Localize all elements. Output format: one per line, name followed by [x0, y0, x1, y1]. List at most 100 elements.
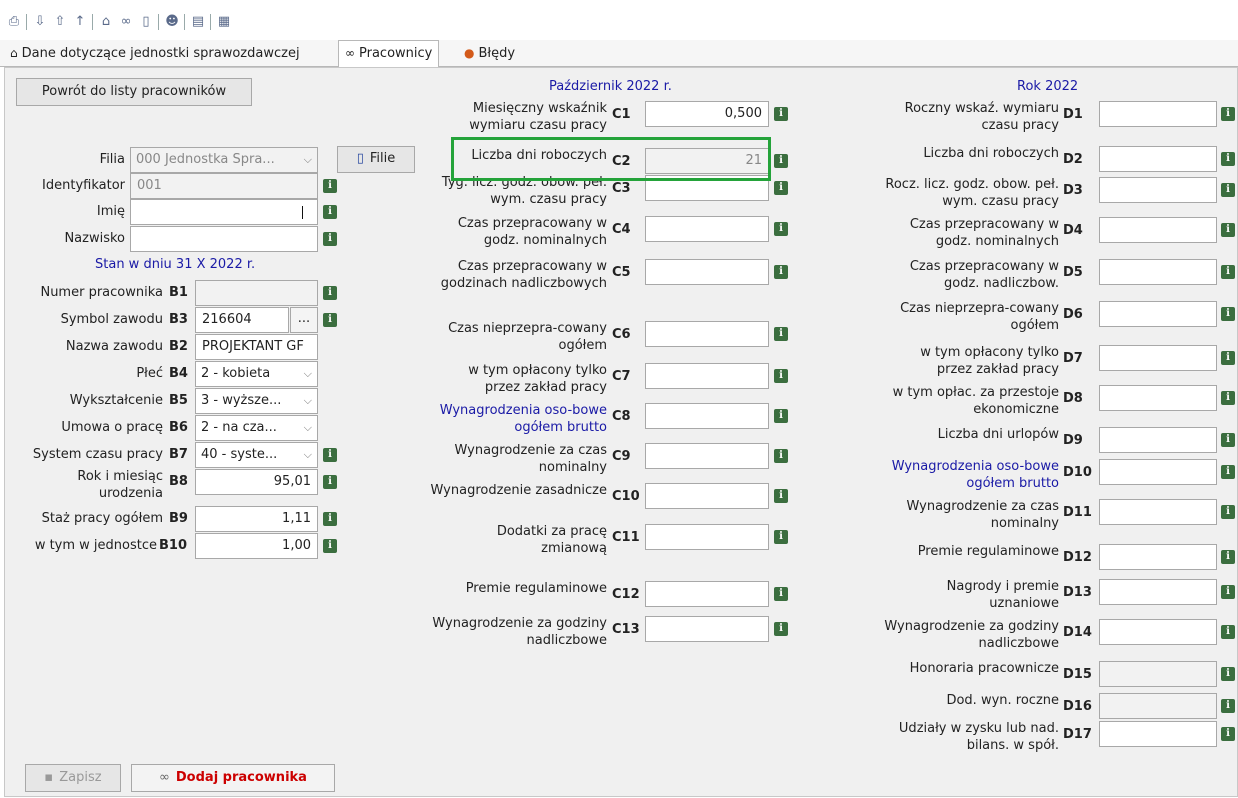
d10-field[interactable] — [1099, 459, 1217, 485]
info-icon[interactable]: i — [323, 448, 337, 462]
b6-select[interactable]: 2 - na cza... ⌵ — [195, 415, 318, 441]
info-icon[interactable]: i — [774, 265, 788, 279]
save-button[interactable]: ▪ Zapisz — [25, 764, 121, 792]
home-icon[interactable]: ⌂ — [98, 14, 114, 30]
import-icon[interactable]: ⇩ — [32, 14, 48, 30]
b4-select[interactable]: 2 - kobieta ⌵ — [195, 361, 318, 387]
info-icon[interactable]: i — [323, 539, 337, 553]
info-icon[interactable]: i — [1221, 265, 1235, 279]
c9-field[interactable] — [645, 443, 769, 469]
info-icon[interactable]: i — [1221, 351, 1235, 365]
info-icon[interactable]: i — [1221, 433, 1235, 447]
b9-field[interactable]: 1,11 — [195, 506, 318, 532]
info-icon[interactable]: i — [774, 222, 788, 236]
info-icon[interactable]: i — [1221, 107, 1235, 121]
tab-pracownicy[interactable]: ∞ Pracownicy — [338, 40, 440, 68]
info-icon[interactable]: i — [323, 179, 337, 193]
info-icon[interactable]: i — [774, 489, 788, 503]
export-icon[interactable]: ⇧ — [52, 14, 68, 30]
d2-field[interactable] — [1099, 146, 1217, 172]
info-icon[interactable]: i — [1221, 585, 1235, 599]
info-icon[interactable]: i — [774, 181, 788, 195]
c12-field[interactable] — [645, 581, 769, 607]
b3-lookup-button[interactable]: ... — [290, 307, 318, 333]
users-icon[interactable]: ☻ — [164, 14, 180, 30]
info-icon[interactable]: i — [1221, 307, 1235, 321]
info-icon[interactable]: i — [323, 512, 337, 526]
d4-field[interactable] — [1099, 217, 1217, 243]
info-icon[interactable]: i — [1221, 667, 1235, 681]
d3-field[interactable] — [1099, 177, 1217, 203]
print-icon[interactable]: ⎙ — [6, 14, 22, 30]
d13-field[interactable] — [1099, 579, 1217, 605]
imie-field[interactable] — [130, 199, 318, 225]
b10-field[interactable]: 1,00 — [195, 533, 318, 559]
filia-select[interactable]: 000 Jednostka Spra... ⌵ — [130, 147, 318, 173]
d9-field[interactable] — [1099, 427, 1217, 453]
b2-field[interactable]: PROJEKTANT GF — [195, 334, 318, 360]
d11-field[interactable] — [1099, 499, 1217, 525]
d7-field[interactable] — [1099, 345, 1217, 371]
info-icon[interactable]: i — [1221, 152, 1235, 166]
b7-select[interactable]: 40 - syste... ⌵ — [195, 442, 318, 468]
info-icon[interactable]: i — [774, 587, 788, 601]
info-icon[interactable]: i — [774, 154, 788, 168]
info-icon[interactable]: i — [774, 622, 788, 636]
info-icon[interactable]: i — [1221, 223, 1235, 237]
d14-field[interactable] — [1099, 619, 1217, 645]
c7-field[interactable] — [645, 363, 769, 389]
info-icon[interactable]: i — [323, 475, 337, 489]
info-icon[interactable]: i — [1221, 625, 1235, 639]
c10-field[interactable] — [645, 483, 769, 509]
info-icon[interactable]: i — [774, 107, 788, 121]
info-icon[interactable]: i — [774, 369, 788, 383]
info-icon[interactable]: i — [323, 286, 337, 300]
bookmark-icon[interactable]: ▯ — [138, 14, 154, 30]
document-icon[interactable]: ▤ — [190, 14, 206, 30]
b3-field[interactable]: 216604 — [195, 307, 289, 333]
b5-select[interactable]: 3 - wyższe... ⌵ — [195, 388, 318, 414]
c11-field[interactable] — [645, 524, 769, 550]
add-employee-button[interactable]: ∞ Dodaj pracownika — [131, 764, 335, 792]
c13-field[interactable] — [645, 616, 769, 642]
info-icon[interactable]: i — [774, 530, 788, 544]
d12-field[interactable] — [1099, 544, 1217, 570]
nazwisko-field[interactable] — [130, 226, 318, 252]
glasses-icon[interactable]: ∞ — [118, 14, 134, 30]
identyfikator-field[interactable]: 001 — [130, 173, 318, 199]
filie-button[interactable]: ▯ Filie — [337, 146, 415, 173]
back-to-list-button[interactable]: Powrót do listy pracowników — [16, 78, 252, 106]
info-icon[interactable]: i — [1221, 699, 1235, 713]
c4-field[interactable] — [645, 216, 769, 242]
info-icon[interactable]: i — [1221, 183, 1235, 197]
c8-field[interactable] — [645, 403, 769, 429]
d5-field[interactable] — [1099, 259, 1217, 285]
binary-icon[interactable]: ▦ — [216, 14, 232, 30]
info-icon[interactable]: i — [1221, 391, 1235, 405]
upload-icon[interactable]: ↑ — [72, 14, 88, 30]
c5-field[interactable] — [645, 259, 769, 285]
d17-field[interactable] — [1099, 721, 1217, 747]
d16-field[interactable] — [1099, 693, 1217, 719]
info-icon[interactable]: i — [774, 409, 788, 423]
info-icon[interactable]: i — [323, 205, 337, 219]
b8-field[interactable]: 95,01 — [195, 469, 318, 495]
info-icon[interactable]: i — [1221, 727, 1235, 741]
info-icon[interactable]: i — [323, 313, 337, 327]
b1-field[interactable] — [195, 280, 318, 306]
c6-field[interactable] — [645, 321, 769, 347]
info-icon[interactable]: i — [774, 327, 788, 341]
tab-jednostka[interactable]: ⌂ Dane dotyczące jednostki sprawozdawczej — [4, 41, 306, 65]
d1-field[interactable] — [1099, 101, 1217, 127]
info-icon[interactable]: i — [323, 232, 337, 246]
info-icon[interactable]: i — [1221, 550, 1235, 564]
info-icon[interactable]: i — [1221, 465, 1235, 479]
info-icon[interactable]: i — [1221, 505, 1235, 519]
d15-field[interactable] — [1099, 661, 1217, 687]
info-icon[interactable]: i — [774, 449, 788, 463]
d6-field[interactable] — [1099, 301, 1217, 327]
tab-bledy[interactable]: ● Błędy — [458, 41, 521, 65]
d8-field[interactable] — [1099, 385, 1217, 411]
d6-code: D6 — [1063, 307, 1083, 322]
c1-field[interactable]: 0,500 — [645, 101, 769, 127]
